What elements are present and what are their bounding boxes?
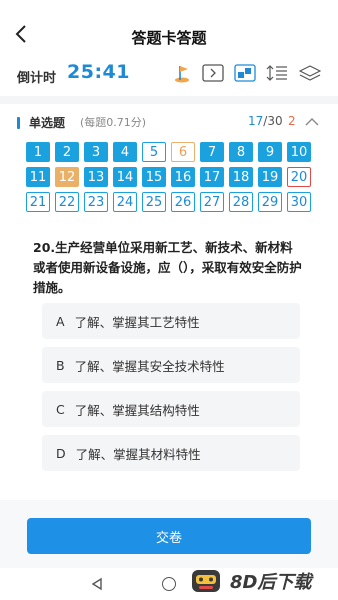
font-size-icon[interactable] <box>265 62 289 84</box>
timer-label: 倒计时 <box>17 71 57 86</box>
answer-card-cell[interactable]: 27 <box>200 192 224 212</box>
answer-card-cell[interactable]: 11 <box>26 167 50 187</box>
answer-card-cell[interactable]: 30 <box>287 192 311 212</box>
toolbar: 倒计时 25:41 <box>0 58 338 92</box>
answer-card-cell[interactable]: 26 <box>171 192 195 212</box>
answer-card-cell[interactable]: 14 <box>113 167 137 187</box>
answer-card-cell[interactable]: 4 <box>113 142 137 162</box>
answer-card-cell[interactable]: 28 <box>229 192 253 212</box>
answer-card-cell[interactable]: 23 <box>84 192 108 212</box>
option-letter: C <box>56 401 65 417</box>
nav-home-icon[interactable] <box>162 577 176 591</box>
answer-card-cell[interactable]: 13 <box>84 167 108 187</box>
top-bar: 答题卡答题 <box>0 0 338 58</box>
answer-card-cell[interactable]: 6 <box>171 142 195 162</box>
option-text: 了解、掌握其材料特性 <box>75 446 201 462</box>
option-letter: D <box>56 445 66 461</box>
answer-card-cell[interactable]: 18 <box>229 167 253 187</box>
option-d[interactable]: D 了解、掌握其材料特性 <box>42 435 300 471</box>
answer-card-cell[interactable]: 22 <box>55 192 79 212</box>
section-subtitle: (每题0.71分) <box>80 116 147 129</box>
answer-card-cell[interactable]: 12 <box>55 167 79 187</box>
option-text: 了解、掌握其工艺特性 <box>74 314 200 330</box>
divider <box>0 96 338 104</box>
answer-card-cell[interactable]: 10 <box>287 142 311 162</box>
progress-total: /30 <box>263 114 283 128</box>
answer-card-cell[interactable]: 8 <box>229 142 253 162</box>
option-c[interactable]: C 了解、掌握其结构特性 <box>42 391 300 427</box>
answer-card-cell[interactable]: 3 <box>84 142 108 162</box>
answer-card-cell[interactable]: 7 <box>200 142 224 162</box>
option-letter: B <box>56 357 65 373</box>
answer-card-cell[interactable]: 9 <box>258 142 282 162</box>
answer-card-cell[interactable]: 2 <box>55 142 79 162</box>
answer-card-cell[interactable]: 5 <box>142 142 166 162</box>
watermark-text: 8D后下载 <box>230 572 312 593</box>
submit-button[interactable]: 交卷 <box>27 518 311 554</box>
option-text: 了解、掌握其结构特性 <box>74 402 200 418</box>
answer-card-cell[interactable]: 15 <box>142 167 166 187</box>
wrong-count: 2 <box>288 114 296 128</box>
section-header: 单选题 (每题0.71分) 17/30 2 <box>0 108 338 136</box>
section-marker <box>17 117 20 129</box>
option-b[interactable]: B 了解、掌握其安全技术特性 <box>42 347 300 383</box>
answer-card-cell[interactable]: 1 <box>26 142 50 162</box>
question-text: 20.生产经营单位采用新工艺、新技术、新材料或者使用新设备设施，应（），采取有效… <box>33 240 302 295</box>
page-title: 答题卡答题 <box>131 28 207 47</box>
option-text: 了解、掌握其安全技术特性 <box>74 358 225 374</box>
back-arrow-icon[interactable] <box>10 22 34 46</box>
timer-value: 25:41 <box>67 61 130 83</box>
layers-icon[interactable] <box>298 62 322 84</box>
answer-card-cell[interactable]: 16 <box>171 167 195 187</box>
answer-card-cell[interactable]: 20 <box>287 167 311 187</box>
option-letter: A <box>56 313 65 329</box>
section-title: 单选题 <box>29 116 66 130</box>
collapse-chevron-icon[interactable] <box>304 116 320 128</box>
flag-icon[interactable] <box>170 62 194 84</box>
answer-card-cell[interactable]: 21 <box>26 192 50 212</box>
section-progress: 17/30 <box>248 114 283 128</box>
option-a[interactable]: A 了解、掌握其工艺特性 <box>42 303 300 339</box>
nav-back-icon[interactable] <box>90 577 104 591</box>
answer-card-cell[interactable]: 17 <box>200 167 224 187</box>
answer-card-cell[interactable]: 25 <box>142 192 166 212</box>
progress-current: 17 <box>248 114 264 128</box>
answer-card-grid: 1 2 3 4 5 6 7 8 9 10 11 12 13 14 15 16 17 18 19 20 21 22 23 24 2… <box>26 142 312 212</box>
answer-card-cell[interactable]: 19 <box>258 167 282 187</box>
answer-card-cell[interactable]: 29 <box>258 192 282 212</box>
answer-card-icon[interactable] <box>233 62 257 84</box>
answer-card-cell[interactable]: 24 <box>113 192 137 212</box>
play-icon[interactable] <box>201 62 225 84</box>
